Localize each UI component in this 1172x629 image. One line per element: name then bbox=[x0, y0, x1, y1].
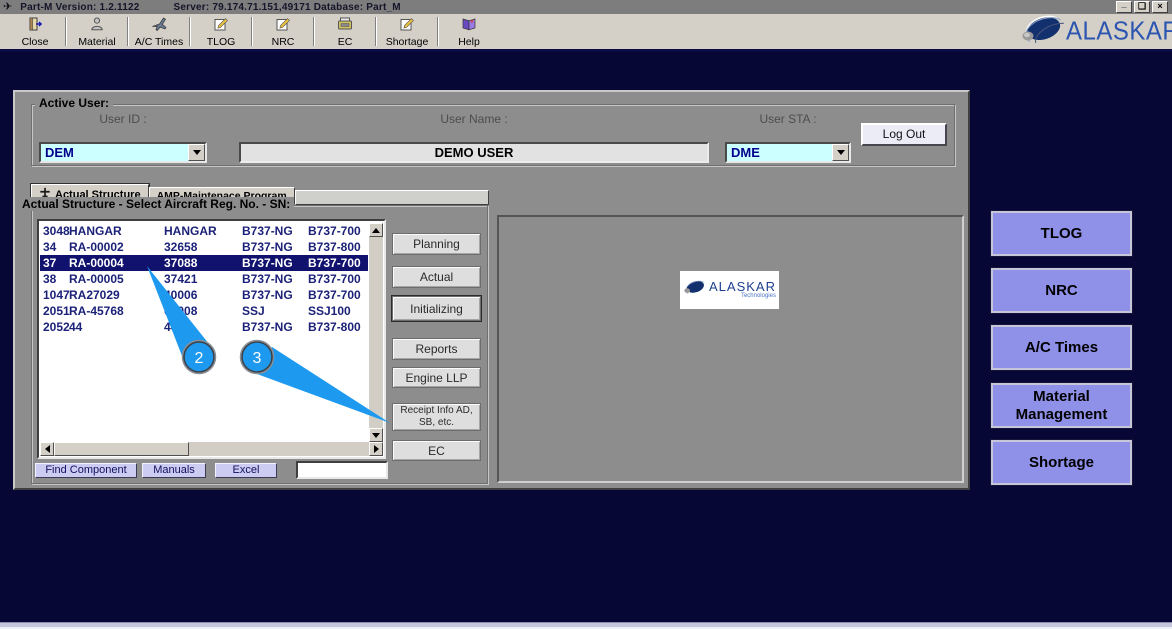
find-component-button[interactable]: Find Component bbox=[35, 463, 137, 478]
toolbar-ac-times-label: A/C Times bbox=[134, 35, 184, 48]
aircraft-row[interactable]: 2052 44 44 B737-NG B737-800 bbox=[40, 319, 368, 335]
aircraft-row[interactable]: 38 RA-00005 37421 B737-NG B737-700 bbox=[40, 271, 368, 287]
user-sta-value: DME bbox=[731, 145, 760, 160]
alaskar-logo-text: ALASKAR bbox=[709, 279, 776, 294]
part-m-application-window: ✈ Part-M Version: 1.2.1122 Server: 79.17… bbox=[0, 0, 1172, 629]
aircraft-listbox[interactable]: 3048 HANGAR HANGAR B737-NG B737-700 34 RA-000… bbox=[37, 219, 386, 459]
toolbar-shortage-label: Shortage bbox=[385, 35, 429, 48]
sidebar-material-management-button[interactable]: Material Management bbox=[990, 382, 1133, 429]
planning-button[interactable]: Planning bbox=[392, 233, 481, 255]
toolbar-ec-label: EC bbox=[337, 35, 353, 48]
scroll-up-icon[interactable] bbox=[369, 223, 383, 237]
exit-door-icon bbox=[27, 16, 43, 35]
horizontal-scrollbar[interactable] bbox=[40, 442, 383, 456]
alaskar-logo-box: ALASKAR Technologies bbox=[680, 271, 779, 309]
log-out-button[interactable]: Log Out bbox=[861, 123, 947, 146]
alaskar-logo-subtitle: Technologies bbox=[740, 293, 776, 299]
toolbar-separator bbox=[189, 17, 191, 46]
toolbar-close-button[interactable]: Close bbox=[8, 14, 62, 49]
toolbar-separator bbox=[251, 17, 253, 46]
vertical-scrollbar[interactable] bbox=[369, 223, 383, 442]
toolbar-shortage-button[interactable]: Shortage bbox=[380, 14, 434, 49]
scroll-down-icon[interactable] bbox=[369, 428, 383, 442]
toolbar-nrc-button[interactable]: NRC bbox=[256, 14, 310, 49]
titlebar-server-text: Server: 79.174.71.151,49171 Database: Pa… bbox=[173, 1, 401, 13]
user-name-label: User Name : bbox=[440, 112, 508, 126]
scroll-left-icon[interactable] bbox=[40, 442, 54, 456]
alaskar-swoosh-icon bbox=[1020, 15, 1066, 49]
sidebar-ac-times-button[interactable]: A/C Times bbox=[990, 324, 1133, 371]
user-id-label: User ID : bbox=[99, 112, 147, 126]
window-controls: _ ❏ × bbox=[1116, 1, 1168, 13]
ec-button[interactable]: EC bbox=[392, 440, 481, 461]
filter-input[interactable] bbox=[296, 461, 388, 479]
toolbar-material-label: Material bbox=[78, 35, 116, 48]
toolbar-separator bbox=[375, 17, 377, 46]
chevron-down-icon[interactable] bbox=[188, 144, 205, 161]
aircraft-row-selected[interactable]: 37 RA-00004 37088 B737-NG B737-700 bbox=[40, 255, 368, 271]
scroll-right-icon[interactable] bbox=[369, 442, 383, 456]
note-pencil-icon bbox=[275, 16, 291, 35]
alaskar-logo-header: ALASKAR bbox=[1020, 15, 1172, 49]
sidebar-nrc-button[interactable]: NRC bbox=[990, 267, 1133, 314]
toolbar-separator bbox=[65, 17, 67, 46]
toolbar-separator bbox=[437, 17, 439, 46]
toolbar-ac-times-button[interactable]: A/C Times bbox=[132, 14, 186, 49]
user-id-combobox[interactable]: DEM bbox=[39, 142, 207, 163]
display-panel: ALASKAR Technologies bbox=[497, 215, 964, 483]
toolbar-separator bbox=[127, 17, 129, 46]
book-icon bbox=[461, 16, 477, 35]
engine-llp-button[interactable]: Engine LLP bbox=[392, 367, 481, 388]
app-airplane-icon: ✈ bbox=[3, 1, 13, 13]
titlebar: ✈ Part-M Version: 1.2.1122 Server: 79.17… bbox=[0, 0, 1172, 14]
aircraft-select-group-label: Actual Structure - Select Aircraft Reg. … bbox=[18, 197, 295, 211]
initializing-button[interactable]: Initializing bbox=[392, 296, 481, 321]
manuals-button[interactable]: Manuals bbox=[142, 463, 206, 478]
note-pencil-icon bbox=[399, 16, 415, 35]
close-icon[interactable]: × bbox=[1152, 1, 1168, 13]
sidebar-shortage-button[interactable]: Shortage bbox=[990, 439, 1133, 486]
tab-strip-filler bbox=[294, 190, 489, 205]
aircraft-row[interactable]: 1047 RA27029 40006 B737-NG B737-700 bbox=[40, 287, 368, 303]
main-panel: Active User: User ID : DEM User Name : D… bbox=[13, 90, 970, 490]
toolbar-ec-button[interactable]: EC bbox=[318, 14, 372, 49]
aircraft-rows: 3048 HANGAR HANGAR B737-NG B737-700 34 RA-000… bbox=[40, 223, 368, 442]
alaskar-logo-text: ALASKAR bbox=[1066, 16, 1172, 47]
scrollbar-track[interactable] bbox=[189, 442, 369, 456]
user-sta-label: User STA : bbox=[759, 112, 817, 126]
toolbar-tlog-label: TLOG bbox=[206, 35, 236, 48]
excel-button[interactable]: Excel bbox=[215, 463, 277, 478]
aircraft-row[interactable]: 2051 RA-45768 05008 SSJ SSJ100 bbox=[40, 303, 368, 319]
actual-button[interactable]: Actual bbox=[392, 266, 481, 288]
restore-icon[interactable]: ❏ bbox=[1134, 1, 1150, 13]
person-icon bbox=[89, 16, 105, 35]
toolbar: Close Material A/C Times TLOG NRC EC Sho… bbox=[0, 14, 1172, 52]
scrollbar-thumb[interactable] bbox=[54, 442, 189, 456]
user-sta-combobox[interactable]: DME bbox=[725, 142, 851, 163]
airplane-icon bbox=[151, 16, 167, 35]
toolbar-close-label: Close bbox=[21, 35, 49, 48]
toolbar-tlog-button[interactable]: TLOG bbox=[194, 14, 248, 49]
toolbar-help-label: Help bbox=[458, 35, 480, 48]
note-pencil-icon bbox=[213, 16, 229, 35]
user-id-value: DEM bbox=[45, 145, 74, 160]
titlebar-product-text: Part-M Version: 1.2.1122 bbox=[20, 1, 140, 13]
minimize-icon[interactable]: _ bbox=[1116, 1, 1132, 13]
chevron-down-icon[interactable] bbox=[832, 144, 849, 161]
toolbar-nrc-label: NRC bbox=[271, 35, 295, 48]
sidebar-tlog-button[interactable]: TLOG bbox=[990, 210, 1133, 257]
reports-button[interactable]: Reports bbox=[392, 338, 481, 360]
aircraft-row[interactable]: 34 RA-00002 32658 B737-NG B737-800 bbox=[40, 239, 368, 255]
active-user-group-label: Active User: bbox=[35, 96, 114, 110]
toolbar-separator bbox=[313, 17, 315, 46]
bottom-edge-strip bbox=[0, 622, 1172, 629]
printer-icon bbox=[337, 16, 353, 35]
toolbar-material-button[interactable]: Material bbox=[70, 14, 124, 49]
aircraft-row[interactable]: 3048 HANGAR HANGAR B737-NG B737-700 bbox=[40, 223, 368, 239]
user-name-field: DEMO USER bbox=[239, 142, 709, 163]
toolbar-help-button[interactable]: Help bbox=[442, 14, 496, 49]
alaskar-swoosh-icon bbox=[683, 279, 707, 301]
receipt-info-button[interactable]: Receipt Info AD, SB, etc. bbox=[392, 403, 481, 431]
